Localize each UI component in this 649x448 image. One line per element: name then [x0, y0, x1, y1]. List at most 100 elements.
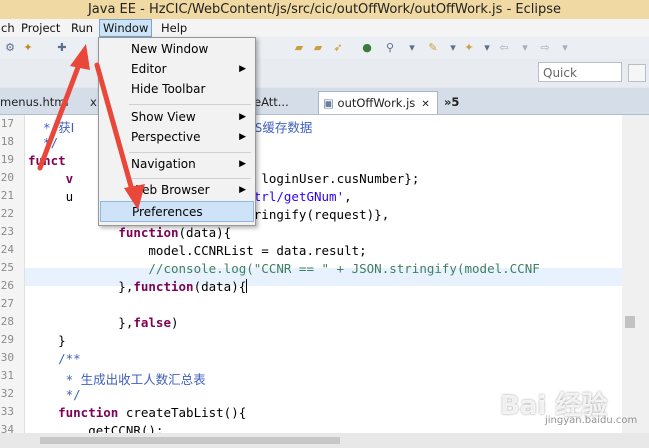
toolbar-forward-icon[interactable]: ⇨: [538, 41, 552, 55]
menu-item-label: Web Browser: [131, 183, 210, 197]
line-number: 23: [0, 225, 14, 238]
code-token: (data){: [178, 225, 232, 240]
code-line: function createTabList(){: [28, 405, 246, 420]
code-token: v: [28, 171, 74, 186]
toolbar-open-icon[interactable]: ▰: [311, 41, 325, 55]
submenu-arrow-icon: ▶: [239, 132, 246, 142]
menu-item-perspective[interactable]: Perspective ▶: [100, 127, 254, 148]
menu-item-label: Perspective: [131, 130, 201, 144]
tab-menus-html[interactable]: menus.html: [0, 91, 73, 113]
menu-item-label: Preferences: [132, 205, 203, 219]
toolbar-tool-icon[interactable]: ⚙: [3, 41, 17, 55]
toolbar-folder-icon[interactable]: ▰: [292, 41, 306, 55]
code-token: false: [133, 315, 171, 330]
code-token: ,: [344, 189, 352, 204]
toolbar-annotation-icon[interactable]: ✎: [426, 41, 440, 55]
toolbar-new-icon[interactable]: ✦: [21, 41, 35, 55]
toolbar-debug-icon[interactable]: ✚: [55, 41, 69, 55]
toolbar-forward-dropdown-icon[interactable]: ▾: [558, 41, 572, 55]
vertical-scrollbar[interactable]: [622, 115, 649, 433]
menu-search[interactable]: ch: [0, 19, 18, 37]
toolbar-globe-icon[interactable]: ●: [360, 41, 374, 55]
menu-item-preferences[interactable]: Preferences: [100, 201, 254, 222]
line-number: 28: [0, 315, 14, 328]
menu-run[interactable]: Run: [68, 19, 96, 37]
code-token: ): [171, 315, 179, 330]
toolbar-dropdown-icon[interactable]: ▾: [480, 41, 494, 55]
toolbar-pin-icon[interactable]: ✦: [462, 41, 476, 55]
menu-item-navigation[interactable]: Navigation ▶: [100, 154, 254, 175]
line-number: 30: [0, 351, 14, 364]
code-line: funct: [28, 153, 66, 168]
tab-outoffwork-js[interactable]: ▣ outOffWork.js ✕: [318, 91, 438, 114]
submenu-arrow-icon: ▶: [239, 159, 246, 169]
menu-item-label: Show View: [131, 110, 196, 124]
code-token: getCCNR();: [28, 423, 164, 433]
line-number: 21: [0, 189, 14, 202]
code-line: * 生成出收工人数汇总表: [28, 369, 206, 388]
menu-item-label: Editor: [131, 62, 167, 76]
menu-item-show-view[interactable]: Show View ▶: [100, 107, 254, 128]
code-token: : loginUser.cusNumber};: [246, 171, 420, 186]
menu-separator: [129, 178, 251, 179]
line-number-gutter: 17181920212223242526272829303132333435: [0, 115, 25, 433]
submenu-arrow-icon: ▶: [239, 112, 246, 122]
menu-item-label: New Window: [131, 42, 209, 56]
vertical-scroll-thumb[interactable]: [625, 316, 635, 328]
code-token: */: [28, 135, 59, 150]
line-number: 33: [0, 405, 14, 418]
code-token: //console.log("CCNR == " + JSON.stringif…: [28, 261, 540, 276]
line-number: 31: [0, 369, 14, 382]
submenu-arrow-icon: ▶: [239, 64, 246, 74]
toolbar-run-icon[interactable]: ➶: [331, 41, 345, 55]
code-line: },false): [28, 315, 179, 330]
quick-access-input[interactable]: Quick Access: [538, 62, 622, 100]
menu-help[interactable]: Help: [158, 19, 190, 37]
tab-eatt[interactable]: eAtt...: [250, 91, 293, 113]
js-file-icon: ▣: [323, 96, 338, 110]
code-token: },: [28, 279, 134, 294]
code-line: //console.log("CCNR == " + JSON.stringif…: [28, 261, 540, 276]
menu-item-label: Hide Toolbar: [131, 82, 206, 96]
toolbar-search-icon[interactable]: ⚲: [383, 41, 397, 55]
tab-overflow[interactable]: »5: [440, 91, 463, 113]
menu-item-editor[interactable]: Editor ▶: [100, 59, 254, 80]
menu-window[interactable]: Window: [99, 19, 153, 37]
code-token: funct: [28, 153, 66, 168]
toolbar-back-icon[interactable]: ⇦: [497, 41, 511, 55]
line-number: 29: [0, 333, 14, 346]
code-line: },function(data){: [28, 279, 248, 294]
toolbar-mark-icon[interactable]: ▾: [405, 41, 419, 55]
window-title-bar: Java EE - HzCIC/WebContent/js/src/cic/ou…: [0, 0, 649, 19]
code-token: function: [133, 279, 194, 294]
code-line: */: [28, 387, 81, 402]
code-token: */: [28, 387, 81, 402]
line-number: 22: [0, 207, 14, 220]
code-token: (data){: [193, 279, 247, 294]
tab-label: outOffWork.js: [337, 96, 416, 110]
code-token: function: [118, 225, 179, 240]
code-token: }: [28, 333, 66, 348]
line-number: 26: [0, 279, 14, 292]
menu-separator: [129, 152, 251, 153]
code-token: function: [28, 405, 119, 420]
toolbar-dropdown-icon[interactable]: ▾: [446, 41, 460, 55]
horizontal-scroll-thumb[interactable]: [40, 437, 340, 444]
code-line: function(data){: [28, 225, 231, 240]
line-number: 32: [0, 387, 14, 400]
toolbar-back-dropdown-icon[interactable]: ▾: [518, 41, 532, 55]
code-token: model.CCNRList = data.result;: [28, 243, 367, 258]
line-number: 18: [0, 135, 14, 148]
window-menu-dropdown: New Window Editor ▶ Hide Toolbar Show Vie…: [98, 37, 256, 226]
line-number: 24: [0, 243, 14, 256]
menu-project[interactable]: Project: [18, 19, 63, 37]
submenu-arrow-icon: ▶: [239, 185, 246, 195]
code-line: }: [28, 333, 66, 348]
code-line: getCCNR();: [28, 423, 163, 433]
menu-item-new-window[interactable]: New Window: [100, 39, 254, 60]
close-icon[interactable]: ✕: [421, 99, 429, 110]
code-line: */: [28, 135, 58, 150]
perspective-button[interactable]: [628, 64, 646, 82]
menu-item-web-browser[interactable]: Web Browser ▶: [100, 180, 254, 201]
menu-item-hide-toolbar[interactable]: Hide Toolbar: [100, 79, 254, 100]
